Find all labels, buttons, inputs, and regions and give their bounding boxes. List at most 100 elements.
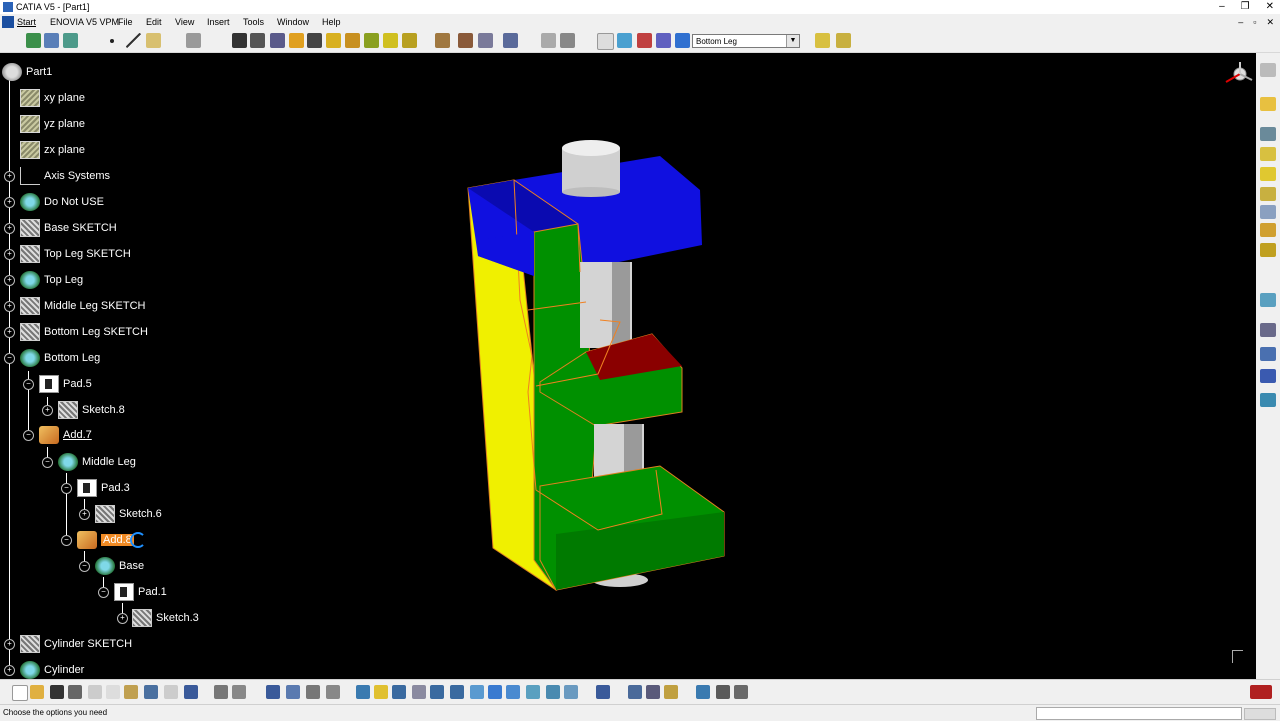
update-icon[interactable] bbox=[541, 33, 556, 48]
expand-icon[interactable]: + bbox=[4, 301, 15, 312]
expand-icon[interactable]: + bbox=[42, 405, 53, 416]
expand-icon[interactable]: + bbox=[4, 171, 15, 182]
remove-loft-icon[interactable] bbox=[402, 33, 417, 48]
restore-button[interactable]: ❐ bbox=[1241, 0, 1250, 14]
boolean-icon[interactable] bbox=[435, 33, 450, 48]
apply-material-bottom-icon[interactable] bbox=[696, 685, 710, 699]
table-icon[interactable] bbox=[266, 685, 280, 699]
constraint-icon[interactable] bbox=[617, 33, 632, 48]
translate-icon[interactable] bbox=[1260, 293, 1276, 307]
collapse-icon[interactable]: − bbox=[42, 457, 53, 468]
tree-node-base[interactable]: Base bbox=[95, 556, 144, 576]
tree-node-cylinder[interactable]: Cylinder bbox=[20, 660, 84, 680]
save-icon[interactable] bbox=[50, 685, 64, 699]
collapse-icon[interactable]: − bbox=[79, 561, 90, 572]
tree-node-pad-3[interactable]: Pad.3 bbox=[77, 478, 130, 498]
draft-icon[interactable] bbox=[1260, 167, 1276, 181]
zoom-in-icon[interactable] bbox=[430, 685, 444, 699]
split-icon[interactable] bbox=[1260, 243, 1276, 257]
measure-icon[interactable] bbox=[560, 33, 575, 48]
pattern-icon[interactable] bbox=[1260, 347, 1276, 361]
expand-icon[interactable]: + bbox=[4, 639, 15, 650]
doc-close-button[interactable]: ✕ bbox=[1266, 14, 1274, 30]
part-design-icon[interactable] bbox=[44, 33, 59, 48]
tree-node-sketch-8[interactable]: Sketch.8 bbox=[58, 400, 125, 420]
collapse-icon[interactable]: − bbox=[23, 430, 34, 441]
open-icon[interactable] bbox=[30, 685, 44, 699]
tree-node-pad-5[interactable]: Pad.5 bbox=[39, 374, 92, 394]
new-icon[interactable] bbox=[12, 685, 28, 701]
tree-node-xy-plane[interactable]: xy plane bbox=[20, 88, 85, 108]
body-icon[interactable] bbox=[63, 33, 78, 48]
catalog-icon[interactable] bbox=[836, 33, 851, 48]
chamfer-icon[interactable] bbox=[1260, 147, 1276, 161]
tree-node-do-not-use[interactable]: Do Not USE bbox=[20, 192, 104, 212]
shading-icon[interactable] bbox=[526, 685, 540, 699]
collapse-icon[interactable]: − bbox=[61, 535, 72, 546]
hole-icon[interactable] bbox=[307, 33, 322, 48]
pan-icon[interactable] bbox=[392, 685, 406, 699]
tree-node-add-8[interactable]: Add.8 bbox=[77, 530, 146, 550]
scene-icon[interactable] bbox=[734, 685, 748, 699]
expand-icon[interactable]: + bbox=[4, 665, 15, 676]
loft-icon[interactable] bbox=[383, 33, 398, 48]
tree-node-base-sketch[interactable]: Base SKETCH bbox=[20, 218, 117, 238]
tree-node-add-7[interactable]: Add.7 bbox=[39, 425, 92, 445]
formula-icon[interactable] bbox=[214, 685, 228, 699]
collapse-icon[interactable]: − bbox=[4, 353, 15, 364]
menu-enovia[interactable]: ENOVIA V5 VPM bbox=[50, 14, 119, 30]
plane-icon[interactable] bbox=[146, 33, 161, 48]
chevron-down-icon[interactable]: ▼ bbox=[786, 35, 799, 47]
measure-inertia-icon[interactable] bbox=[664, 685, 678, 699]
command-input[interactable] bbox=[1036, 707, 1242, 720]
menu-view[interactable]: View bbox=[175, 14, 194, 30]
shaft-icon[interactable] bbox=[270, 33, 285, 48]
zoom-out-icon[interactable] bbox=[450, 685, 464, 699]
pocket-icon[interactable] bbox=[250, 33, 265, 48]
start-menu-icon[interactable] bbox=[2, 16, 14, 28]
menu-start[interactable]: Start bbox=[17, 14, 36, 30]
add-icon[interactable] bbox=[478, 33, 493, 48]
comment-icon[interactable] bbox=[232, 685, 246, 699]
render-icon[interactable] bbox=[716, 685, 730, 699]
remove-icon[interactable] bbox=[503, 33, 518, 48]
tree-node-zx-plane[interactable]: zx plane bbox=[20, 140, 85, 160]
mirror-icon[interactable] bbox=[1260, 323, 1276, 337]
tree-node-top-leg-sketch[interactable]: Top Leg SKETCH bbox=[20, 244, 131, 264]
iso-view-icon[interactable] bbox=[506, 685, 520, 699]
hide-show-icon[interactable] bbox=[546, 685, 560, 699]
fit-all-icon[interactable] bbox=[374, 685, 388, 699]
reaction-icon[interactable] bbox=[306, 685, 320, 699]
redo-icon[interactable] bbox=[164, 685, 178, 699]
tree-node-axis-systems[interactable]: Axis Systems bbox=[20, 166, 110, 186]
body-selector-combo[interactable]: Bottom Leg ▼ bbox=[692, 34, 800, 48]
collapse-icon[interactable]: − bbox=[23, 379, 34, 390]
print-icon[interactable] bbox=[68, 685, 82, 699]
undo-icon[interactable] bbox=[144, 685, 158, 699]
define-work-object-icon[interactable] bbox=[675, 33, 690, 48]
doc-restore-button[interactable]: ▫ bbox=[1253, 14, 1256, 30]
tree-icon[interactable] bbox=[656, 33, 671, 48]
expand-icon[interactable]: + bbox=[4, 223, 15, 234]
whats-this-icon[interactable] bbox=[184, 685, 198, 699]
apply-material-icon[interactable] bbox=[815, 33, 830, 48]
expand-icon[interactable]: + bbox=[4, 327, 15, 338]
menu-window[interactable]: Window bbox=[277, 14, 309, 30]
menu-file[interactable]: File bbox=[118, 14, 133, 30]
tree-node-middle-leg[interactable]: Middle Leg bbox=[58, 452, 136, 472]
thread-icon[interactable] bbox=[1260, 223, 1276, 237]
copy-icon[interactable] bbox=[106, 685, 120, 699]
tree-node-sketch-6[interactable]: Sketch.6 bbox=[95, 504, 162, 524]
measure-item-icon[interactable] bbox=[646, 685, 660, 699]
fly-mode-icon[interactable] bbox=[356, 685, 370, 699]
catalog-browser-icon[interactable] bbox=[596, 685, 610, 699]
groove-icon[interactable] bbox=[289, 33, 304, 48]
tree-node-part1[interactable]: Part1 bbox=[2, 62, 52, 82]
expand-icon[interactable]: + bbox=[4, 197, 15, 208]
line-icon[interactable] bbox=[126, 33, 141, 48]
fillet-icon[interactable] bbox=[1260, 127, 1276, 141]
collapse-icon[interactable]: − bbox=[98, 587, 109, 598]
swap-space-icon[interactable] bbox=[564, 685, 578, 699]
doc-minimize-button[interactable]: – bbox=[1238, 14, 1243, 30]
tree-node-bottom-leg-sketch[interactable]: Bottom Leg SKETCH bbox=[20, 322, 148, 342]
